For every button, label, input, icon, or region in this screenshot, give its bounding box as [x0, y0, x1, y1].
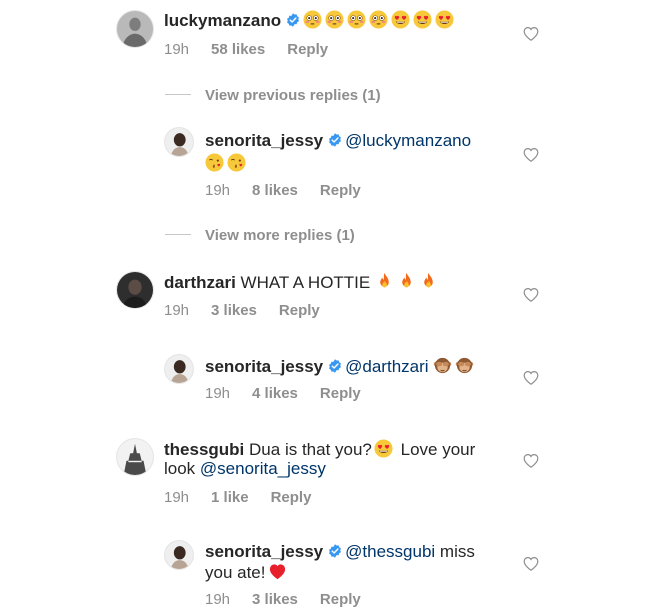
comment-body: miss [439, 542, 475, 561]
like-heart-icon[interactable] [523, 26, 539, 42]
mention-link[interactable]: @darthzari [345, 357, 428, 376]
comment-body: you ate! [205, 563, 266, 582]
reply-button[interactable]: Reply [320, 182, 361, 199]
avatar[interactable] [116, 438, 154, 476]
mention-link[interactable]: @luckymanzano [345, 131, 471, 150]
comment-text: senorita_jessy @thessgubi miss [205, 542, 475, 562]
comment-text-line2: you ate! [205, 562, 290, 583]
flushed-face-icon [303, 10, 322, 29]
heart-eyes-face-icon [391, 10, 410, 29]
like-heart-icon[interactable] [523, 370, 539, 386]
verified-badge-icon [328, 133, 342, 147]
username[interactable]: thessgubi [164, 440, 244, 459]
like-heart-icon[interactable] [523, 556, 539, 572]
username[interactable]: luckymanzano [164, 11, 281, 30]
flushed-face-icon [347, 10, 366, 29]
comment-text: luckymanzano [164, 10, 457, 31]
comment-meta: 19h 1 like Reply [164, 489, 333, 507]
avatar[interactable] [164, 354, 194, 384]
username[interactable]: senorita_jessy [205, 357, 323, 376]
username[interactable]: darthzari [164, 273, 236, 292]
reply-button[interactable]: Reply [271, 489, 312, 506]
comment-text: thessgubi Dua is that you? Love your [164, 439, 475, 460]
heart-eyes-face-icon [413, 10, 432, 29]
mention-link[interactable]: @thessgubi [345, 542, 435, 561]
comment-emojis [205, 153, 249, 174]
view-replies-label: View previous replies (1) [205, 87, 381, 104]
likes-count[interactable]: 3 likes [211, 302, 257, 319]
comment-text: darthzari WHAT A HOTTIE [164, 272, 441, 293]
likes-count[interactable]: 1 like [211, 489, 249, 506]
comment-body: Dua is that you? [249, 440, 372, 459]
fire-icon [375, 272, 394, 291]
likes-count[interactable]: 8 likes [252, 182, 298, 199]
flushed-face-icon [369, 10, 388, 29]
timestamp: 19h [205, 385, 231, 402]
avatar[interactable] [116, 10, 154, 48]
divider [165, 94, 191, 95]
kissing-face-icon [205, 153, 224, 172]
likes-count[interactable]: 58 likes [211, 41, 265, 58]
divider [165, 234, 191, 235]
reply-button[interactable]: Reply [287, 41, 328, 58]
fire-icon [397, 272, 416, 291]
comment-meta: 19h 3 likes Reply [205, 591, 383, 609]
comment-meta: 19h 8 likes Reply [205, 182, 383, 200]
username[interactable]: senorita_jessy [205, 131, 323, 150]
fire-icon [419, 272, 438, 291]
kissing-face-icon [227, 153, 246, 172]
avatar[interactable] [164, 540, 194, 570]
comment-meta: 19h 3 likes Reply [164, 302, 342, 320]
username[interactable]: senorita_jessy [205, 542, 323, 561]
timestamp: 19h [164, 302, 190, 319]
comment-meta: 19h 4 likes Reply [205, 385, 383, 403]
mention-link[interactable]: @senorita_jessy [200, 459, 326, 478]
heart-eyes-face-icon [435, 10, 454, 29]
timestamp: 19h [164, 41, 190, 58]
view-more-replies-button[interactable]: View more replies (1) [165, 227, 355, 245]
see-no-evil-monkey-icon [455, 356, 474, 375]
verified-badge-icon [328, 544, 342, 558]
view-replies-label: View more replies (1) [205, 227, 355, 244]
avatar[interactable] [164, 127, 194, 157]
verified-badge-icon [328, 359, 342, 373]
reply-button[interactable]: Reply [320, 385, 361, 402]
comment-body: WHAT A HOTTIE [240, 273, 371, 292]
avatar[interactable] [116, 271, 154, 309]
see-no-evil-monkey-icon [433, 356, 452, 375]
timestamp: 19h [205, 182, 231, 199]
red-heart-icon [268, 562, 287, 581]
like-heart-icon[interactable] [523, 287, 539, 303]
verified-badge-icon [286, 13, 300, 27]
likes-count[interactable]: 4 likes [252, 385, 298, 402]
comment-text-line2: look @senorita_jessy [164, 459, 326, 479]
comment-text: senorita_jessy @luckymanzano [205, 131, 471, 151]
timestamp: 19h [164, 489, 190, 506]
comment-body: Love your [400, 440, 476, 459]
flushed-face-icon [325, 10, 344, 29]
comment-meta: 19h 58 likes Reply [164, 41, 350, 59]
like-heart-icon[interactable] [523, 453, 539, 469]
like-heart-icon[interactable] [523, 147, 539, 163]
reply-button[interactable]: Reply [279, 302, 320, 319]
comment-text: senorita_jessy @darthzari [205, 356, 477, 377]
view-previous-replies-button[interactable]: View previous replies (1) [165, 87, 381, 105]
heart-eyes-face-icon [374, 439, 393, 458]
comment-body: look [164, 459, 196, 478]
